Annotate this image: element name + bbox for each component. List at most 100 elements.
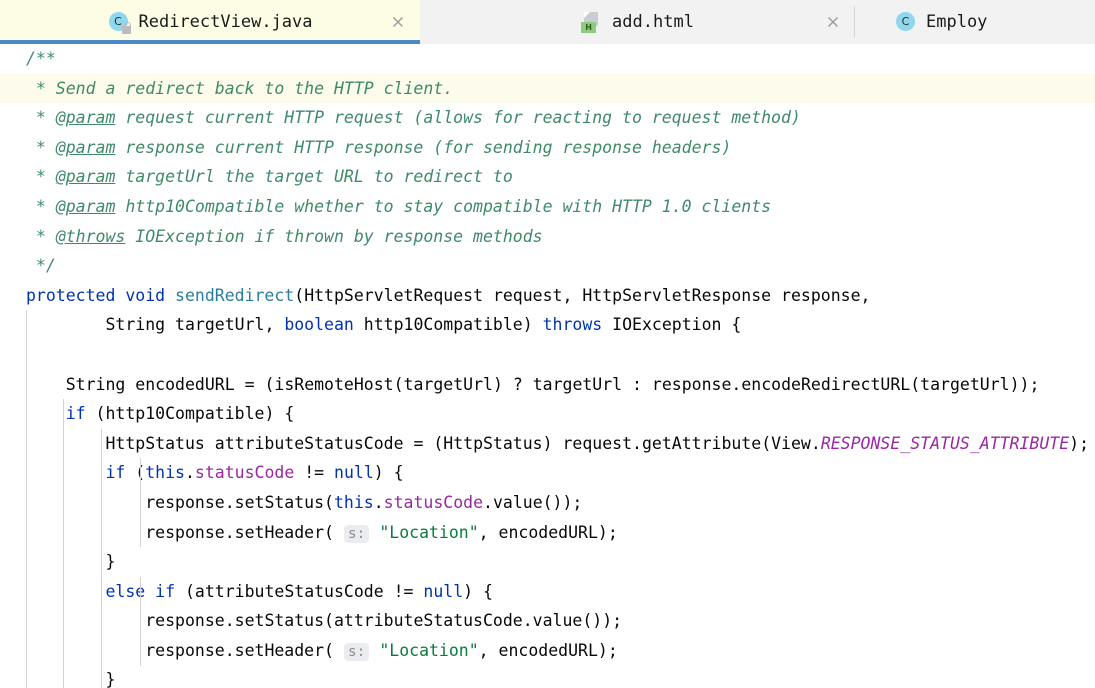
identifier: http10Compatible: [105, 404, 265, 424]
static-field: RESPONSE_STATUS_ATTRIBUTE: [820, 433, 1070, 453]
keyword: this: [333, 492, 374, 512]
indent-guide: [101, 428, 102, 688]
code-line: if (http10Compatible) {: [0, 399, 1095, 429]
code-line: * @param response current HTTP response …: [0, 133, 1095, 163]
close-icon[interactable]: [390, 14, 406, 30]
javadoc-tag: @param: [55, 167, 116, 187]
punctuation: .: [731, 374, 742, 394]
punctuation: (: [324, 522, 344, 542]
punctuation: !=: [383, 581, 424, 601]
punctuation: (: [761, 433, 772, 453]
punctuation: ) {: [264, 404, 295, 424]
punctuation: [26, 523, 145, 542]
punctuation: .: [373, 492, 384, 512]
identifier: HttpServletResponse: [582, 285, 772, 305]
identifier: response: [781, 285, 861, 305]
punctuation: [165, 315, 175, 334]
code-line: else if (attributeStatusCode != null) {: [0, 577, 1095, 607]
identifier: encodedURL: [135, 374, 235, 394]
identifier: response: [651, 374, 732, 394]
punctuation: [369, 641, 379, 660]
identifier: response: [145, 492, 225, 512]
code-line: response.setHeader( s: "Location", encod…: [0, 518, 1095, 548]
identifier: value: [492, 492, 543, 512]
punctuation: ());: [582, 611, 623, 631]
javadoc-text: /**: [26, 49, 56, 68]
punctuation: [26, 582, 105, 601]
punctuation: ,: [264, 315, 285, 335]
punctuation: {: [721, 315, 742, 335]
code-line: * Send a redirect back to the HTTP clien…: [0, 73, 1095, 104]
keyword: this: [145, 463, 185, 483]
identifier: encodedURL: [498, 640, 598, 660]
tab-label: RedirectView.java: [138, 12, 313, 32]
keyword: if: [155, 581, 176, 601]
identifier: response: [145, 522, 225, 542]
tab-employee[interactable]: C Employ: [855, 0, 1095, 44]
punctuation: (: [324, 640, 344, 660]
keyword: throws: [542, 315, 603, 335]
javadoc-text: * @param response current HTTP response …: [26, 137, 732, 157]
code-line: if (this.statusCode != null) {: [0, 458, 1095, 488]
punctuation: );: [1069, 433, 1090, 453]
html-badge: H: [581, 22, 597, 33]
punctuation: [26, 315, 105, 334]
punctuation: .: [810, 433, 821, 453]
field: statusCode: [383, 492, 484, 512]
punctuation: .: [224, 640, 235, 660]
tab-label: Employ: [926, 12, 988, 32]
punctuation: = (: [234, 374, 275, 394]
identifier: targetUrl: [532, 374, 623, 394]
punctuation: [26, 434, 105, 453]
field: statusCode: [194, 463, 295, 483]
punctuation: ,: [860, 285, 871, 305]
parameter-hint: s:: [343, 642, 370, 661]
javadoc-text: * @param targetUrl the target URL to red…: [26, 167, 513, 187]
punctuation: [354, 315, 364, 334]
identifier: value: [532, 611, 583, 631]
java-class-icon: C: [108, 11, 131, 34]
punctuation: .: [632, 433, 642, 453]
identifier: HttpStatus: [105, 433, 205, 453]
indent-guide: [140, 458, 141, 548]
punctuation: .: [184, 463, 195, 483]
javadoc-text: * @throws IOException if thrown by respo…: [26, 226, 543, 246]
tab-label: add.html: [612, 12, 694, 32]
identifier: attributeStatusCode: [333, 611, 523, 631]
punctuation: ));: [1009, 374, 1040, 394]
identifier: response: [145, 611, 225, 631]
code-line: }: [0, 665, 1095, 688]
code-line: HttpStatus attributeStatusCode = (HttpSt…: [0, 429, 1095, 459]
punctuation: [26, 641, 145, 660]
punctuation: (: [393, 374, 404, 394]
punctuation: [483, 286, 493, 305]
code-line: response.setHeader( s: "Location", encod…: [0, 636, 1095, 666]
tab-add-html[interactable]: H add.html: [420, 0, 855, 44]
javadoc-tag: @param: [55, 196, 116, 216]
string-literal: "Location": [379, 522, 479, 542]
punctuation: ): [522, 315, 543, 335]
javadoc-tag: @param: [55, 108, 116, 128]
punctuation: [145, 582, 155, 601]
punctuation: .: [483, 492, 493, 512]
tab-redirectview-java[interactable]: C RedirectView.java: [0, 0, 420, 44]
code-line: * @param targetUrl the target URL to red…: [0, 162, 1095, 192]
identifier: setStatus: [234, 492, 325, 512]
identifier: isRemoteHost: [274, 374, 394, 394]
identifier: setHeader: [234, 640, 325, 660]
identifier: targetUrl: [920, 374, 1010, 394]
code-line: String targetUrl, boolean http10Compatib…: [0, 310, 1095, 340]
code-editor[interactable]: /** * Send a redirect back to the HTTP c…: [0, 44, 1095, 688]
keyword: if: [105, 463, 126, 483]
identifier: targetUrl: [403, 374, 493, 394]
method-name: sendRedirect: [175, 285, 295, 305]
lock-icon: [121, 22, 131, 34]
punctuation: (: [910, 374, 921, 394]
identifier: String: [105, 315, 166, 335]
punctuation: [125, 375, 135, 394]
identifier: attributeStatusCode: [214, 433, 404, 453]
identifier: request: [562, 433, 633, 453]
close-icon[interactable]: [825, 14, 841, 30]
punctuation: );: [597, 522, 618, 542]
